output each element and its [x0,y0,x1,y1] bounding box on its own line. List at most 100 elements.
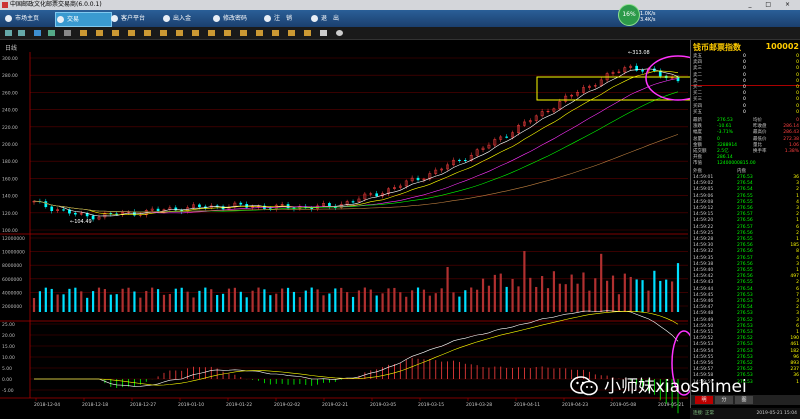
date-tick-label: 2019-04-11 [514,402,540,408]
volume-bar [174,288,177,312]
volume-tick-label: 6000000 [2,277,22,283]
chart-icon [57,16,64,23]
volume-bar [517,286,520,312]
volume-bar [476,289,479,312]
watermark-text: 小师妹xiaoshimei [604,377,747,397]
price-tick-label: 140.00 [2,194,18,200]
refresh-icon[interactable] [304,30,311,36]
stat-value-2: 1.06 [788,142,799,148]
zoom-out-icon[interactable] [288,30,295,36]
stat-label: 幅度 [693,130,702,136]
book-label: 卖二 [693,72,702,78]
volume-bar [606,280,609,312]
grid-icon[interactable] [64,30,71,36]
volume-bar [588,290,591,312]
nav-trade-button[interactable]: 交易 [55,12,112,27]
period-day-icon[interactable] [160,30,167,36]
order-book-row: 买一 0 0 [693,85,799,91]
date-tick-label: 2019-01-22 [226,402,252,408]
main-nav: 市场主页 交易 客户平台 出入金 修改密码 注 销 退 出 [0,10,800,27]
period-30m-icon[interactable] [128,30,135,36]
volume-bar [192,297,195,312]
price-tick-label: 160.00 [2,176,18,182]
price-tick-label: 180.00 [2,159,18,165]
volume-bar [210,289,213,312]
print-icon[interactable] [320,30,327,36]
draw-tool-icon[interactable] [256,30,263,36]
kline-chart-area[interactable]: 300.00 280.00 260.00 240.00 220.00 200.00 180.… [0,40,690,419]
annotation-circle-price [645,55,690,101]
stat-label: 金额 [693,142,702,148]
volume-tick-label: 12000000 [2,236,25,242]
date-tick-label: 2018-12-18 [82,402,108,408]
volume-bar [286,287,290,312]
book-price: 0 [743,103,746,109]
volume-bar [446,266,449,312]
stat-value: 3288914 [717,142,738,148]
price-tick-label: 260.00 [2,90,18,96]
volume-bar [186,291,189,312]
volume-bar [133,291,136,312]
macd-tick-label: 25.00 [2,322,15,328]
quote-panel: 钱币邮票指数 100002 卖五 0 0 卖四 0 0 卖三 0 0 卖二 0 0 卖一 0 0 买一 0 0 买二… [690,40,800,419]
volume-bar [529,277,532,312]
volume-tick-label: 2000000 [2,304,22,310]
period-quarter-icon[interactable] [208,30,215,36]
forward-icon[interactable] [18,30,25,36]
volume-bar [487,285,491,312]
volume-tick-label: 8000000 [2,263,22,269]
zoom-in-icon[interactable] [272,30,279,36]
timeshare-icon[interactable] [48,30,55,36]
window-controls[interactable]: _ □ × [748,0,796,10]
period-15m-icon[interactable] [112,30,119,36]
volume-bar [68,288,71,312]
period-1m-icon[interactable] [80,30,87,36]
volume-bar [617,294,621,312]
nav-client-button[interactable]: 客户平台 [110,12,170,25]
candle-body [458,159,461,162]
candle-body [85,213,89,217]
volume-bar [322,295,325,312]
period-label: 日线 [5,44,17,52]
settings-gear-icon[interactable] [336,30,343,36]
volume-bar [80,291,83,312]
volume-bar [452,292,455,312]
book-volume: 0 [796,78,799,84]
wechat-logo-icon [570,376,598,396]
volume-bar [151,287,154,312]
volume-bar [245,297,248,312]
period-year-icon[interactable] [224,30,231,36]
candle-body [641,70,644,72]
volume-bar [357,290,361,312]
nav-home-button[interactable]: 市场主页 [4,12,59,25]
period-60m-icon[interactable] [144,30,151,36]
volume-tick-label: 10000000 [2,250,25,256]
date-tick-label: 2019-04-23 [562,402,588,408]
nav-exit-button[interactable]: 退 出 [310,12,365,25]
stat-value-2: 1.38% [784,149,799,154]
order-book-row: 买五 0 0 [693,110,799,116]
volume-bar [676,263,680,312]
volume-bar [298,297,301,312]
kline-icon[interactable] [34,30,41,36]
date-tick-label: 2019-03-28 [466,402,492,408]
order-book-row: 卖三 0 0 [693,66,799,72]
period-month-icon[interactable] [192,30,199,36]
period-week-icon[interactable] [176,30,183,36]
volume-bar [594,278,597,312]
volume-bar [50,288,53,312]
volume-bar [97,287,101,312]
date-tick-label: 2019-05-08 [610,402,636,408]
back-icon[interactable] [5,30,12,36]
date-tick-label: 2019-03-05 [370,402,396,408]
date-tick-label: 2019-02-21 [322,402,348,408]
price-tick-label: 220.00 [2,125,18,131]
macd-tick-label: -5.00 [2,388,14,394]
volume-bar [523,251,526,312]
period-5m-icon[interactable] [96,30,103,36]
candle-body [375,193,379,197]
volume-bar [292,291,296,312]
kline-chart-svg[interactable]: 300.00 280.00 260.00 240.00 220.00 200.00 180.… [0,40,690,419]
nav-funds-button[interactable]: 出入金 [162,12,217,25]
indicator-icon[interactable] [240,30,247,36]
